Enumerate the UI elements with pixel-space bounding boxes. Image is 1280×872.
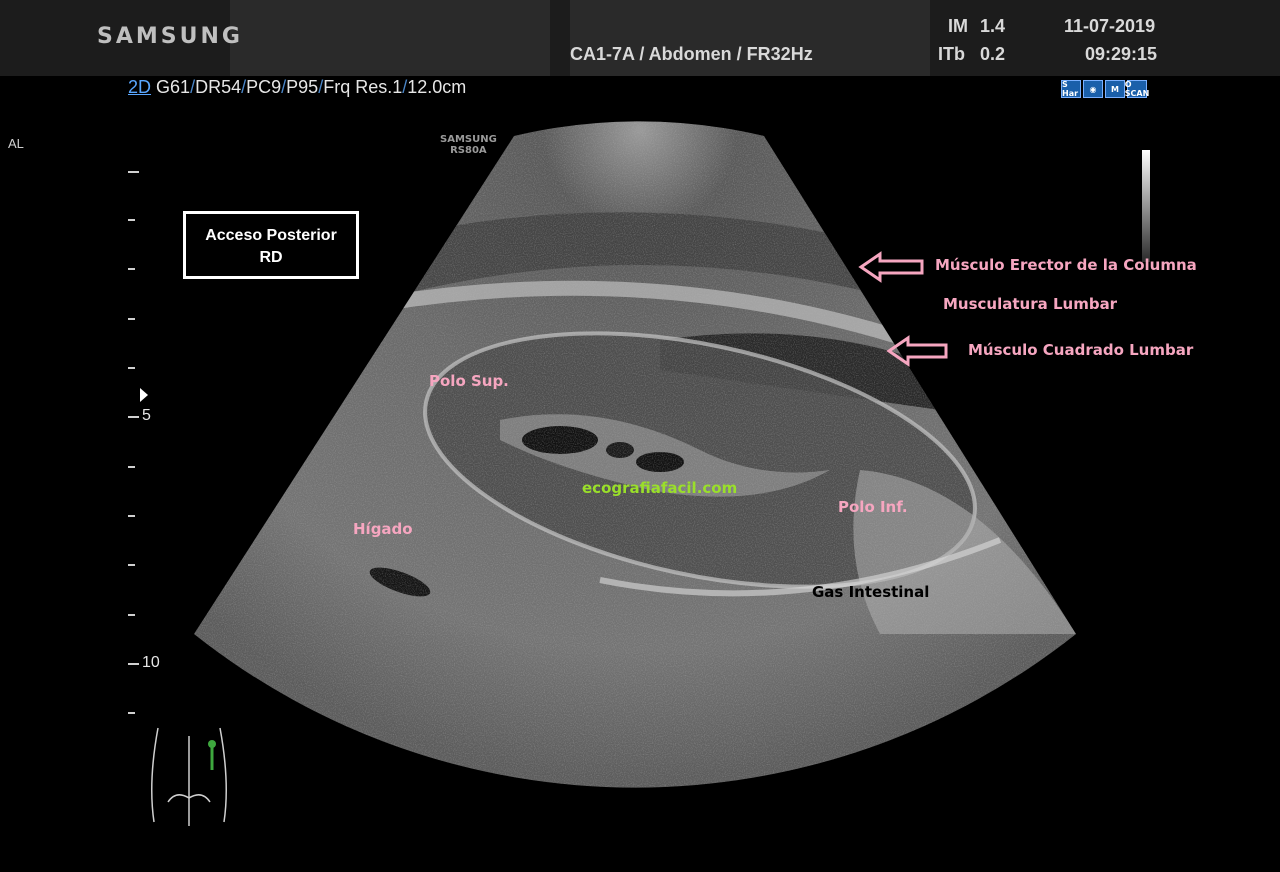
- label-erector: Músculo Erector de la Columna: [935, 256, 1197, 274]
- depth-tick: [128, 219, 135, 221]
- info-box-line2: RD: [259, 249, 283, 266]
- focus-marker-icon[interactable]: [140, 388, 148, 402]
- arrow-left-icon: [886, 335, 948, 367]
- depth-tick: [128, 171, 139, 173]
- info-box: Acceso Posterior RD: [183, 211, 359, 279]
- label-gas-intestinal: Gas Intestinal: [812, 583, 930, 601]
- label-cuadrado-lumbar: Músculo Cuadrado Lumbar: [968, 341, 1194, 359]
- label-polo-sup: Polo Sup.: [429, 372, 509, 390]
- depth-label-10: 10: [142, 654, 160, 671]
- depth-label-5: 5: [142, 407, 151, 424]
- depth-tick: [128, 367, 135, 369]
- watermark: ecografiafacil.com: [582, 479, 738, 497]
- body-marker-icon: [151, 727, 227, 826]
- depth-tick: [128, 564, 135, 566]
- label-musculatura-lumbar: Musculatura Lumbar: [943, 295, 1118, 313]
- depth-tick: [128, 663, 139, 665]
- depth-tick: [128, 515, 135, 517]
- arrow-left-icon: [858, 251, 924, 283]
- info-box-line1: Acceso Posterior: [205, 227, 337, 244]
- depth-tick: [128, 318, 135, 320]
- depth-tick: [128, 416, 139, 418]
- depth-tick: [128, 712, 135, 714]
- label-polo-inf: Polo Inf.: [838, 498, 908, 516]
- depth-tick: [128, 466, 135, 468]
- depth-tick: [128, 268, 135, 270]
- probe-model-label: SAMSUNG RS80A: [440, 134, 497, 156]
- label-higado: Hígado: [353, 520, 413, 538]
- depth-tick: [128, 614, 135, 616]
